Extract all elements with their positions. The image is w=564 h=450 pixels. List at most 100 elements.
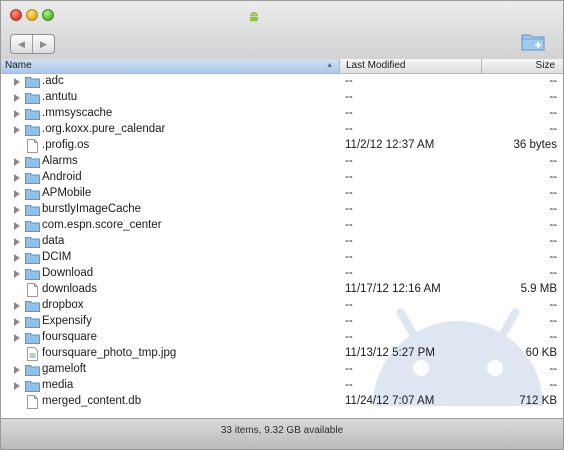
file-list: .adc -- -- .antutu -- -- .mmsyscache -- … <box>1 74 563 418</box>
folder-icon <box>25 109 40 120</box>
item-name: com.espn.score_center <box>42 219 162 231</box>
list-item[interactable]: merged_content.db 11/24/12 7:07 AM 712 K… <box>1 394 563 410</box>
item-size: -- <box>549 91 557 103</box>
zoom-button[interactable] <box>42 9 54 21</box>
name-column-label: Name <box>5 60 32 71</box>
item-modified: -- <box>345 123 353 135</box>
list-item[interactable]: Expensify -- -- <box>1 314 563 330</box>
item-name: Expensify <box>42 315 92 327</box>
item-name: Download <box>42 267 94 279</box>
item-size: -- <box>549 331 557 343</box>
title-bar: ◀ ▶ <box>1 1 563 60</box>
disclosure-triangle-icon[interactable] <box>14 270 20 278</box>
disclosure-triangle-icon[interactable] <box>14 110 20 118</box>
list-item[interactable]: media -- -- <box>1 378 563 394</box>
image-file-icon <box>27 347 38 361</box>
item-name: downloads <box>42 283 97 295</box>
item-name: gameloft <box>42 363 87 375</box>
disclosure-triangle-icon[interactable] <box>14 94 20 102</box>
item-name: burstlyImageCache <box>42 203 142 215</box>
size-column-header[interactable]: Size <box>481 59 563 73</box>
android-robot-icon <box>250 12 258 22</box>
disclosure-triangle-icon[interactable] <box>14 238 20 246</box>
folder-icon <box>25 381 40 392</box>
back-button[interactable]: ◀ <box>11 35 32 53</box>
folder-icon <box>25 125 40 136</box>
disclosure-triangle-icon[interactable] <box>14 174 20 182</box>
item-size: -- <box>549 363 557 375</box>
item-modified: -- <box>345 331 353 343</box>
item-size: -- <box>549 187 557 199</box>
item-size: 712 KB <box>519 395 557 407</box>
list-item[interactable]: .profig.os 11/2/12 12:37 AM 36 bytes <box>1 138 563 154</box>
item-size: -- <box>549 379 557 391</box>
folder-icon <box>25 189 40 200</box>
list-item[interactable]: downloads 11/17/12 12:16 AM 5.9 MB <box>1 282 563 298</box>
list-item[interactable]: .antutu -- -- <box>1 90 563 106</box>
document-icon <box>27 139 38 153</box>
disclosure-triangle-icon[interactable] <box>14 190 20 198</box>
item-size: -- <box>549 203 557 215</box>
item-name: media <box>42 379 74 391</box>
item-size: -- <box>549 171 557 183</box>
list-item[interactable]: burstlyImageCache -- -- <box>1 202 563 218</box>
folder-icon <box>25 269 40 280</box>
list-item[interactable]: dropbox -- -- <box>1 298 563 314</box>
list-item[interactable]: com.espn.score_center -- -- <box>1 218 563 234</box>
item-size: -- <box>549 75 557 87</box>
list-item[interactable]: .adc -- -- <box>1 74 563 90</box>
list-item[interactable]: Android -- -- <box>1 170 563 186</box>
disclosure-triangle-icon[interactable] <box>14 318 20 326</box>
disclosure-triangle-icon[interactable] <box>14 78 20 86</box>
file-browser-window: ◀ ▶ Name ▲ Last Modified Size .adc -- --… <box>0 0 564 450</box>
item-modified: 11/24/12 7:07 AM <box>345 395 435 407</box>
disclosure-triangle-icon[interactable] <box>14 302 20 310</box>
disclosure-triangle-icon[interactable] <box>14 206 20 214</box>
list-item[interactable]: .org.koxx.pure_calendar -- -- <box>1 122 563 138</box>
disclosure-triangle-icon[interactable] <box>14 382 20 390</box>
folder-icon <box>25 365 40 376</box>
new-folder-icon[interactable] <box>521 31 545 51</box>
item-modified: -- <box>345 315 353 327</box>
disclosure-triangle-icon[interactable] <box>14 126 20 134</box>
list-item[interactable]: foursquare -- -- <box>1 330 563 346</box>
close-button[interactable] <box>10 9 22 21</box>
item-name: dropbox <box>42 299 84 311</box>
list-item[interactable]: foursquare_photo_tmp.jpg 11/13/12 5:27 P… <box>1 346 563 362</box>
document-icon <box>27 395 38 409</box>
status-bar: 33 items, 9.32 GB available <box>1 418 563 449</box>
folder-icon <box>25 157 40 168</box>
last-modified-column-header[interactable]: Last Modified <box>339 59 481 73</box>
item-modified: -- <box>345 267 353 279</box>
disclosure-triangle-icon[interactable] <box>14 158 20 166</box>
list-item[interactable]: APMobile -- -- <box>1 186 563 202</box>
folder-icon <box>25 77 40 88</box>
item-modified: -- <box>345 251 353 263</box>
disclosure-triangle-icon[interactable] <box>14 254 20 262</box>
folder-icon <box>25 317 40 328</box>
item-modified: -- <box>345 155 353 167</box>
disclosure-triangle-icon[interactable] <box>14 334 20 342</box>
item-size: -- <box>549 155 557 167</box>
minimize-button[interactable] <box>26 9 38 21</box>
forward-button[interactable]: ▶ <box>32 35 54 53</box>
list-item[interactable]: DCIM -- -- <box>1 250 563 266</box>
disclosure-triangle-icon[interactable] <box>14 222 20 230</box>
folder-icon <box>25 333 40 344</box>
list-item[interactable]: data -- -- <box>1 234 563 250</box>
list-item[interactable]: .mmsyscache -- -- <box>1 106 563 122</box>
item-size: -- <box>549 219 557 231</box>
status-text: 33 items, 9.32 GB available <box>220 425 344 436</box>
name-column-header[interactable]: Name ▲ <box>1 59 339 73</box>
item-name: Alarms <box>42 155 78 167</box>
list-item[interactable]: gameloft -- -- <box>1 362 563 378</box>
item-name: foursquare_photo_tmp.jpg <box>42 347 177 359</box>
item-name: .org.koxx.pure_calendar <box>42 123 166 135</box>
back-forward-control: ◀ ▶ <box>10 34 55 54</box>
item-name: Android <box>42 171 82 183</box>
folder-icon <box>25 205 40 216</box>
list-item[interactable]: Alarms -- -- <box>1 154 563 170</box>
disclosure-triangle-icon[interactable] <box>14 366 20 374</box>
sort-ascending-icon: ▲ <box>326 62 333 69</box>
list-item[interactable]: Download -- -- <box>1 266 563 282</box>
